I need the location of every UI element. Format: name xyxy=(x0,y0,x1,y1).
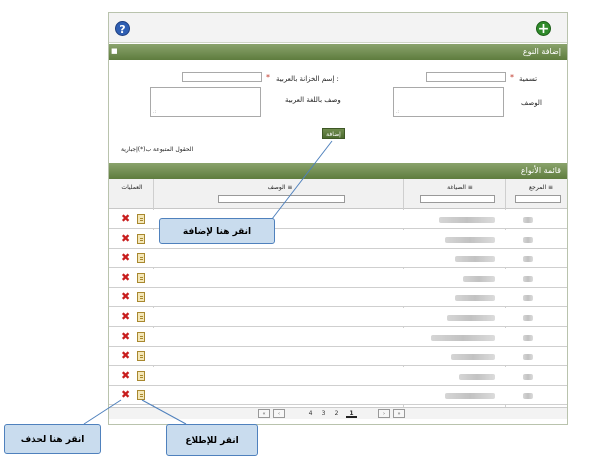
delete-callout: انقر هنا لحذف xyxy=(4,424,101,454)
delete-callout-line xyxy=(83,399,122,425)
add-callout: انقر هنا لإضافة xyxy=(159,218,275,244)
callout-connectors xyxy=(83,140,333,425)
view-callout-line xyxy=(141,399,187,425)
view-callout: انقر للإطلاع xyxy=(166,424,258,456)
